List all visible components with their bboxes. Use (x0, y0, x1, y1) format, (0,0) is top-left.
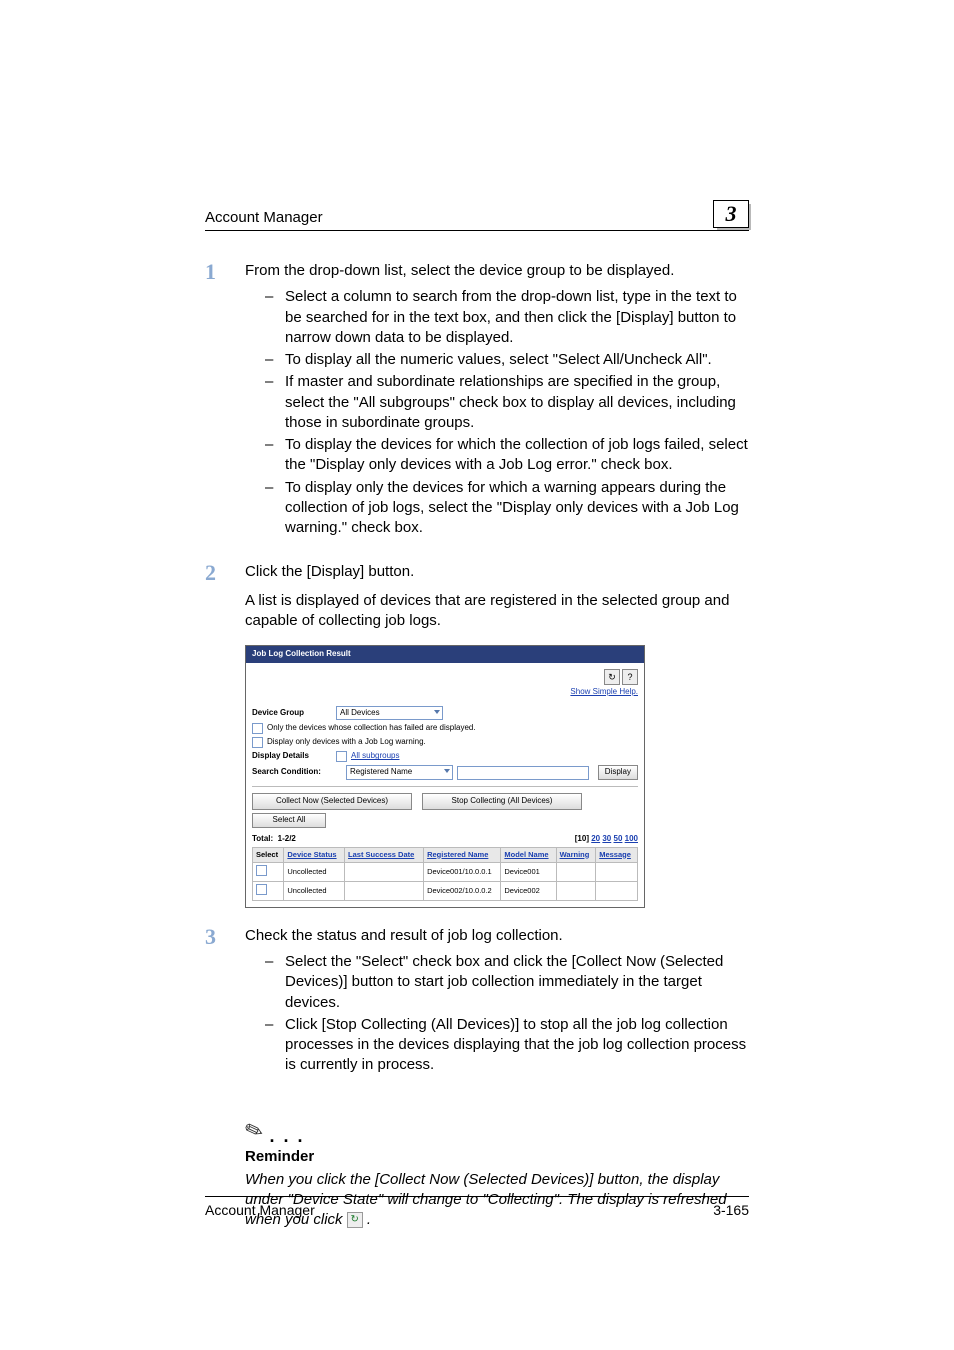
page-size-100[interactable]: 100 (625, 834, 638, 843)
step-number: 1 (205, 261, 245, 556)
footer-right: 3-165 (713, 1201, 749, 1220)
sub-item: Select the "Select" check box and click … (285, 952, 749, 1013)
page-size-current: [10] (575, 834, 589, 843)
page-footer: Account Manager 3-165 (205, 1196, 749, 1220)
cell-msg (596, 881, 638, 900)
cell-reg: Device002/10.0.0.2 (424, 881, 501, 900)
chapter-badge: 3 (713, 200, 749, 228)
total-label: Total: (252, 834, 273, 843)
step-number: 2 (205, 562, 245, 637)
page-size-30[interactable]: 30 (602, 834, 611, 843)
col-last-success[interactable]: Last Success Date (345, 847, 424, 862)
warning-only-label: Display only devices with a Job Log warn… (267, 737, 426, 748)
col-device-status[interactable]: Device Status (284, 847, 345, 862)
footer-left: Account Manager (205, 1201, 315, 1220)
show-simple-help-link[interactable]: Show Simple Help. (570, 687, 638, 696)
col-warning[interactable]: Warning (556, 847, 596, 862)
all-subgroups-label[interactable]: All subgroups (351, 751, 399, 762)
failed-only-checkbox[interactable] (252, 723, 263, 734)
search-condition-select[interactable]: Registered Name (346, 765, 453, 780)
reminder-heading: Reminder (245, 1147, 749, 1167)
select-all-button[interactable]: Select All (252, 813, 326, 828)
col-registered-name[interactable]: Registered Name (424, 847, 501, 862)
col-select: Select (253, 847, 284, 862)
step-3: 3 Check the status and result of job log… (205, 926, 749, 1094)
cell-model: Device002 (501, 881, 556, 900)
step-text: Check the status and result of job log c… (245, 926, 749, 946)
step-2: 2 Click the [Display] button. A list is … (205, 562, 749, 637)
header-title: Account Manager (205, 208, 323, 228)
step-number: 3 (205, 926, 245, 1094)
search-text-input[interactable] (457, 766, 589, 780)
stop-collecting-button[interactable]: Stop Collecting (All Devices) (422, 793, 582, 810)
table-row: Uncollected Device002/10.0.0.2 Device002 (253, 881, 638, 900)
sub-item: To display all the numeric values, selec… (285, 350, 712, 370)
cell-model: Device001 (501, 862, 556, 881)
search-condition-label: Search Condition: (252, 767, 342, 778)
cell-msg (596, 862, 638, 881)
row-select-checkbox[interactable] (256, 884, 267, 895)
screenshot-title: Job Log Collection Result (246, 646, 644, 663)
chapter-number: 3 (713, 200, 749, 228)
cell-status: Uncollected (284, 881, 345, 900)
all-subgroups-checkbox[interactable] (336, 751, 347, 762)
page-size-50[interactable]: 50 (614, 834, 623, 843)
pen-icon: ✎ (240, 1113, 267, 1147)
cell-warn (556, 881, 596, 900)
sub-item: To display only the devices for which a … (285, 478, 749, 539)
sub-item: If master and subordinate relationships … (285, 372, 749, 433)
refresh-icon[interactable]: ↻ (604, 669, 620, 685)
cell-warn (556, 862, 596, 881)
help-icon[interactable]: ? (622, 669, 638, 685)
page-size-20[interactable]: 20 (591, 834, 600, 843)
row-select-checkbox[interactable] (256, 865, 267, 876)
display-details-label: Display Details (252, 751, 332, 762)
step-text: From the drop-down list, select the devi… (245, 261, 749, 281)
cell-reg: Device001/10.0.0.1 (424, 862, 501, 881)
step-1: 1 From the drop-down list, select the de… (205, 261, 749, 556)
sub-item: To display the devices for which the col… (285, 435, 749, 476)
sub-item: Select a column to search from the drop-… (285, 287, 749, 348)
total-value: 1-2/2 (278, 834, 296, 843)
collect-now-button[interactable]: Collect Now (Selected Devices) (252, 793, 412, 810)
display-button[interactable]: Display (598, 765, 638, 780)
col-model-name[interactable]: Model Name (501, 847, 556, 862)
job-log-screenshot: Job Log Collection Result ↻ ? Show Simpl… (245, 645, 645, 908)
step-text: Click the [Display] button. (245, 562, 749, 582)
step-1-sublist: –Select a column to search from the drop… (245, 287, 749, 538)
cell-last (345, 862, 424, 881)
cell-status: Uncollected (284, 862, 345, 881)
failed-only-label: Only the devices whose collection has fa… (267, 723, 476, 734)
step-paragraph: A list is displayed of devices that are … (245, 591, 749, 632)
device-group-label: Device Group (252, 708, 332, 719)
ellipsis-icon: . . . (269, 1127, 304, 1145)
col-message[interactable]: Message (596, 847, 638, 862)
device-group-select[interactable]: All Devices (336, 706, 443, 721)
table-row: Uncollected Device001/10.0.0.1 Device001 (253, 862, 638, 881)
page-header: Account Manager 3 (205, 200, 749, 231)
device-table: Select Device Status Last Success Date R… (252, 847, 638, 901)
warning-only-checkbox[interactable] (252, 737, 263, 748)
cell-last (345, 881, 424, 900)
step-3-sublist: –Select the "Select" check box and click… (245, 952, 749, 1076)
sub-item: Click [Stop Collecting (All Devices)] to… (285, 1015, 749, 1076)
